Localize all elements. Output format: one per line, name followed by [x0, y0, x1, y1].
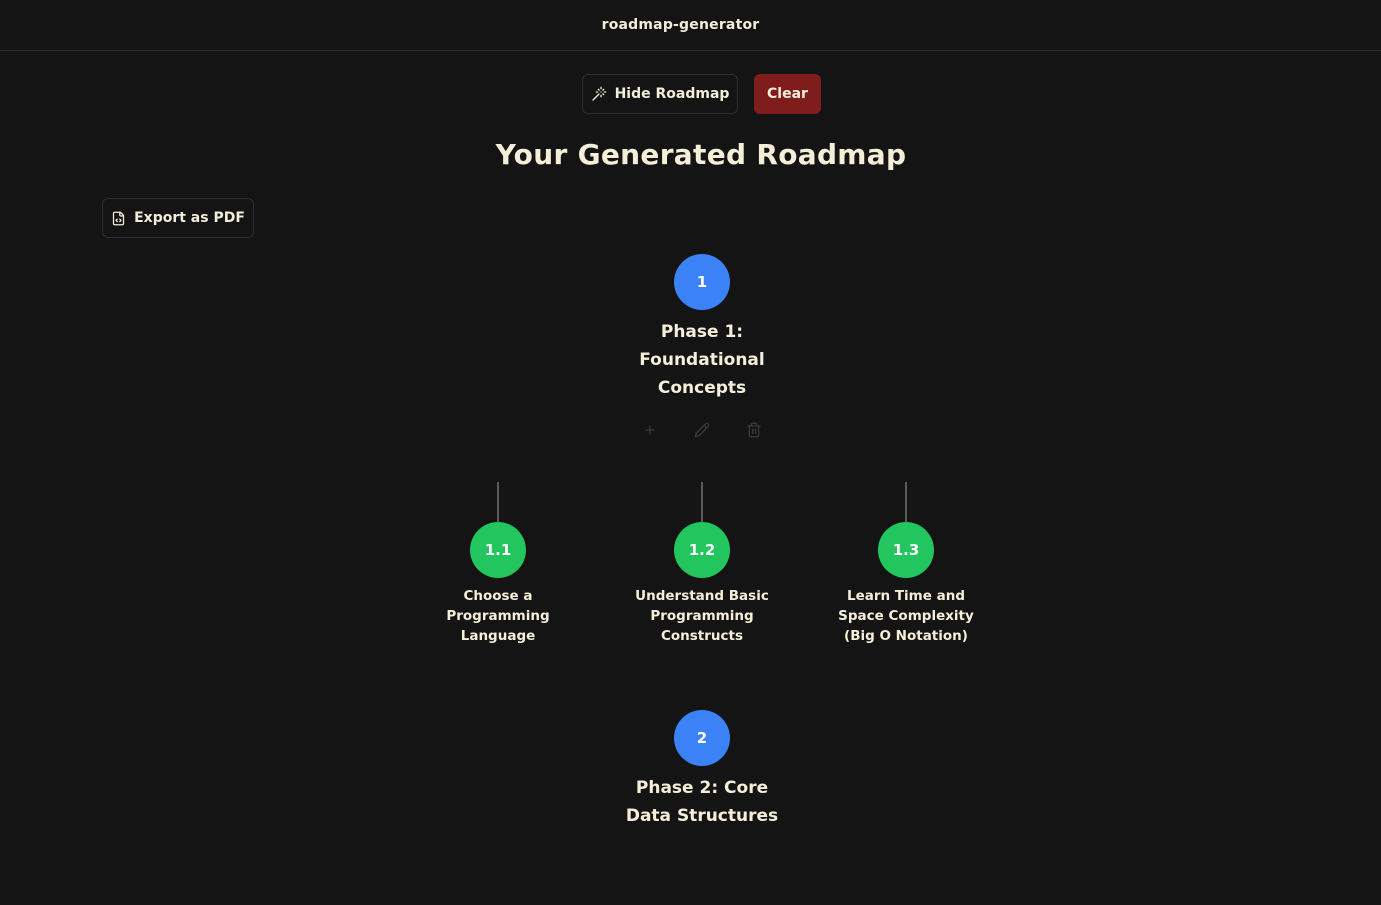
- subtopic-1-2-node[interactable]: 1.2: [674, 522, 730, 578]
- hide-roadmap-label: Hide Roadmap: [614, 86, 730, 102]
- trash-icon[interactable]: [744, 420, 764, 440]
- app-title: roadmap-generator: [601, 17, 760, 33]
- clear-button[interactable]: Clear: [754, 74, 821, 114]
- subtopic-1-2-label: Understand Basic Programming Constructs: [635, 588, 769, 644]
- subtopic-1-3-node[interactable]: 1.3: [878, 522, 934, 578]
- subtopic-1-1-label: Choose a Programming Language: [446, 588, 550, 644]
- file-code-icon: [111, 211, 126, 226]
- pencil-icon[interactable]: [692, 420, 712, 440]
- phase-2-node[interactable]: 2: [674, 710, 730, 766]
- phase-1-node[interactable]: 1: [674, 254, 730, 310]
- connector-line: [905, 482, 907, 522]
- connector-line: [701, 482, 703, 522]
- page-title: Your Generated Roadmap: [495, 138, 907, 171]
- connector-line: [497, 482, 499, 522]
- top-bar: roadmap-generator: [0, 0, 1381, 51]
- hide-roadmap-button[interactable]: Hide Roadmap: [582, 74, 738, 114]
- export-pdf-button[interactable]: Export as PDF: [102, 198, 254, 238]
- phase-2-title: Phase 2: Core Data Structures: [625, 778, 779, 826]
- export-pdf-label: Export as PDF: [134, 210, 245, 226]
- phase-1-title: Phase 1: Foundational Concepts: [639, 322, 765, 398]
- plus-icon[interactable]: [640, 420, 660, 440]
- wand-icon: [591, 86, 607, 102]
- subtopic-1-3-label: Learn Time and Space Complexity (Big O N…: [838, 588, 974, 644]
- phase-1-actions: [640, 420, 764, 440]
- subtopic-1-1-node[interactable]: 1.1: [470, 522, 526, 578]
